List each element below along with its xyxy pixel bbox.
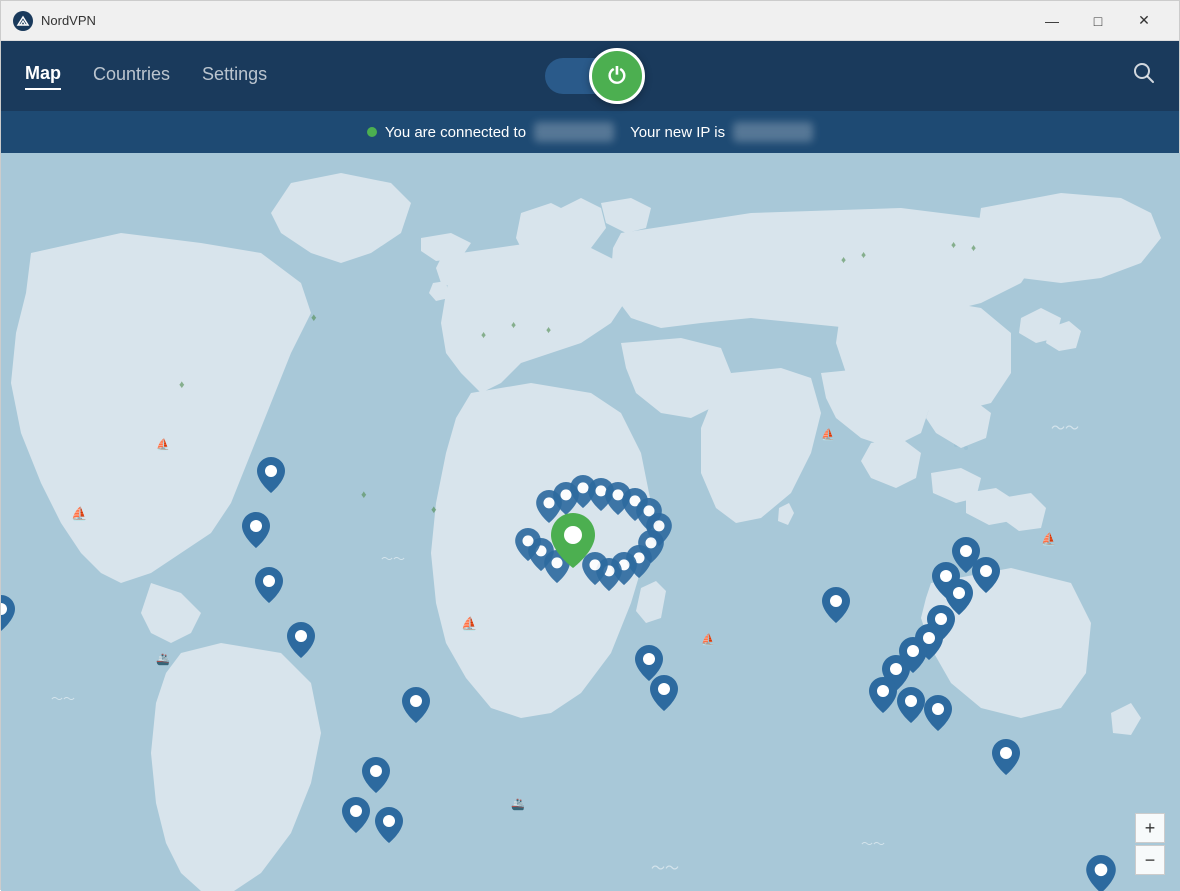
pin-sa2[interactable] <box>362 757 390 793</box>
svg-text:♦: ♦ <box>179 379 185 391</box>
close-button[interactable]: ✕ <box>1121 1 1167 41</box>
nav-bar: Map Countries Settings ⏻ <box>1 41 1179 111</box>
window-controls: — □ ✕ <box>1029 1 1167 41</box>
power-area: ⏻ <box>545 58 635 94</box>
svg-text:♦: ♦ <box>861 250 866 261</box>
ip-text: Your new IP is <box>630 124 725 141</box>
svg-text:⛵: ⛵ <box>156 438 170 451</box>
nordvpn-logo-icon <box>13 11 33 31</box>
svg-text:⛵: ⛵ <box>71 506 87 521</box>
title-bar: NordVPN — □ ✕ <box>1 1 1179 41</box>
svg-text:〜〜: 〜〜 <box>651 860 679 876</box>
svg-text:♦: ♦ <box>951 240 956 251</box>
svg-text:〜〜: 〜〜 <box>51 692 75 706</box>
pin-sa1[interactable] <box>402 687 430 723</box>
svg-text:⛵: ⛵ <box>1041 532 1056 546</box>
title-bar-left: NordVPN <box>13 11 96 31</box>
svg-text:♦: ♦ <box>546 325 551 336</box>
pin-na1[interactable] <box>257 457 285 493</box>
ip-address-blurred: ip <box>733 122 813 142</box>
pin-af2[interactable] <box>650 675 678 711</box>
server-name-blurred: server <box>534 122 614 142</box>
svg-text:〜〜: 〜〜 <box>381 552 405 566</box>
search-icon <box>1133 62 1155 84</box>
svg-text:♦: ♦ <box>971 243 976 254</box>
power-icon: ⏻ <box>608 63 625 89</box>
svg-text:🚢: 🚢 <box>511 798 525 811</box>
svg-text:♦: ♦ <box>511 320 516 331</box>
pin-eu-green[interactable] <box>551 513 595 568</box>
pin-as6[interactable] <box>1 595 15 631</box>
svg-text:♦: ♦ <box>841 255 846 266</box>
svg-text:〜〜: 〜〜 <box>861 837 885 851</box>
tab-countries[interactable]: Countries <box>93 64 170 89</box>
zoom-out-button[interactable]: − <box>1135 845 1165 875</box>
svg-text:♦: ♦ <box>481 330 486 341</box>
tab-map[interactable]: Map <box>25 63 61 90</box>
maximize-button[interactable]: □ <box>1075 1 1121 41</box>
svg-text:♦: ♦ <box>311 312 317 324</box>
pin-na3[interactable] <box>255 567 283 603</box>
connection-status-dot <box>367 127 377 137</box>
pin-as3[interactable] <box>972 557 1000 593</box>
pin-na4[interactable] <box>287 622 315 658</box>
minimize-button[interactable]: — <box>1029 1 1075 41</box>
svg-text:〜〜: 〜〜 <box>1051 420 1079 436</box>
tab-settings[interactable]: Settings <box>202 64 267 89</box>
svg-text:🚢: 🚢 <box>156 653 170 666</box>
svg-text:♦: ♦ <box>431 504 437 516</box>
pin-eu16[interactable] <box>515 528 541 561</box>
pin-as13[interactable] <box>924 695 952 731</box>
pin-as11[interactable] <box>869 677 897 713</box>
svg-text:⛵: ⛵ <box>701 633 715 646</box>
svg-text:⛵: ⛵ <box>461 616 477 631</box>
pin-as1[interactable] <box>822 587 850 623</box>
connected-text: You are connected to <box>385 124 526 141</box>
zoom-controls: + − <box>1135 813 1165 875</box>
pin-sa3[interactable] <box>342 797 370 833</box>
map-container[interactable]: 〜〜 〜〜 〜〜 〜〜 〜〜 〜〜 〜〜 〜〜 〜〜 <box>1 153 1180 891</box>
search-button[interactable] <box>1133 62 1155 90</box>
pin-na2[interactable] <box>242 512 270 548</box>
pin-fe1[interactable] <box>1086 855 1116 891</box>
power-toggle[interactable]: ⏻ <box>545 58 635 94</box>
pin-au1[interactable] <box>992 739 1020 775</box>
svg-text:⛵: ⛵ <box>821 428 835 441</box>
zoom-in-button[interactable]: + <box>1135 813 1165 843</box>
pin-as12[interactable] <box>897 687 925 723</box>
power-button[interactable]: ⏻ <box>589 48 645 104</box>
pin-sa4[interactable] <box>375 807 403 843</box>
status-bar: You are connected to server Your new IP … <box>1 111 1179 153</box>
app-title: NordVPN <box>41 13 96 28</box>
svg-text:♦: ♦ <box>361 489 367 501</box>
